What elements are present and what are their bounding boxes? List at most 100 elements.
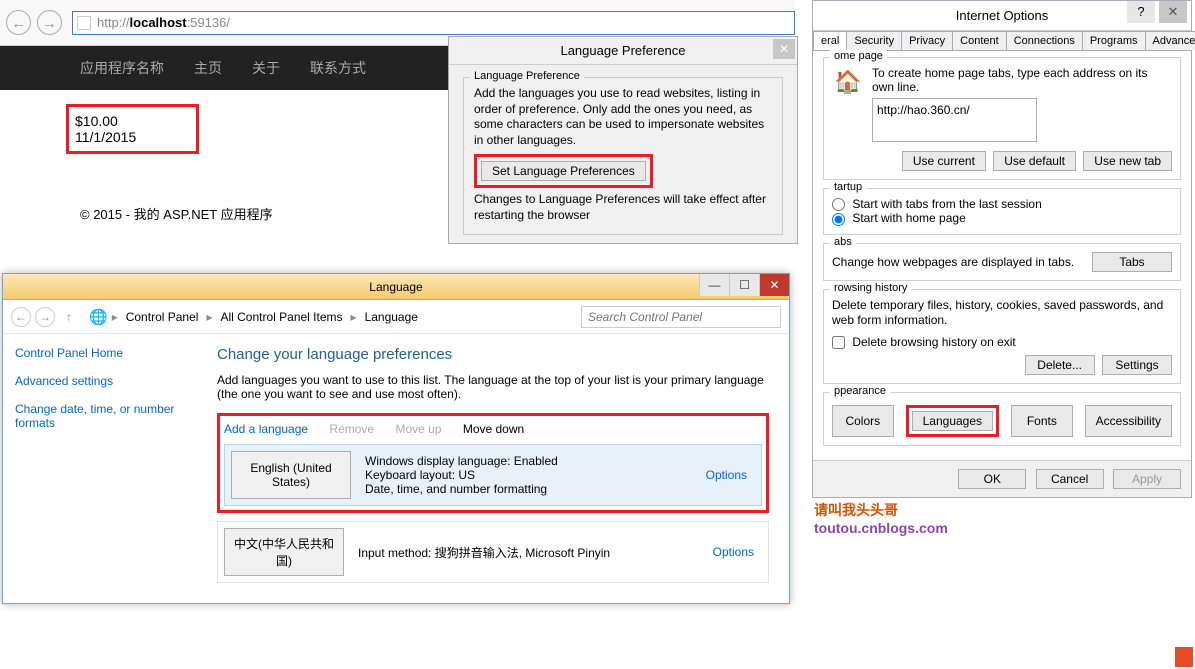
lang-options-link[interactable]: Options (706, 468, 755, 482)
close-icon[interactable]: ✕ (1159, 1, 1187, 23)
fieldset-title: Language Preference (470, 70, 584, 82)
move-down-link[interactable]: Move down (463, 422, 524, 436)
history-settings-button[interactable]: Settings (1102, 355, 1172, 375)
forward-button[interactable]: → (35, 307, 55, 327)
lang-row-chinese[interactable]: 中文(中华人民共和国) Input method: 搜狗拼音输入法, Micro… (217, 521, 769, 583)
lang-badge: English (United States) (231, 451, 351, 499)
dialog-titlebar: Language Preference ✕ (449, 37, 797, 65)
tab-security[interactable]: Security (846, 31, 902, 50)
page-heading: Change your language preferences (217, 346, 769, 363)
use-current-button[interactable]: Use current (902, 151, 986, 171)
startup-section: tartup Start with tabs from the last ses… (823, 188, 1181, 235)
lang-badge: 中文(中华人民共和国) (224, 528, 344, 576)
close-icon[interactable]: ✕ (759, 274, 789, 296)
page-subtext: Add languages you want to use to this li… (217, 373, 769, 401)
home-desc: To create home page tabs, type each addr… (872, 66, 1172, 94)
homepage-input[interactable] (872, 98, 1037, 142)
tab-programs[interactable]: Programs (1082, 31, 1146, 50)
region-icon: 🌐 (89, 308, 108, 326)
address-bar[interactable]: http://localhost:59136/ (72, 11, 795, 35)
back-button[interactable]: ← (6, 10, 31, 35)
languages-button[interactable]: Languages (912, 411, 993, 431)
back-button[interactable]: ← (11, 307, 31, 327)
cancel-button[interactable]: Cancel (1036, 469, 1104, 489)
lang-details: Windows display language: Enabled Keyboa… (365, 454, 696, 496)
move-up-link[interactable]: Move up (395, 422, 441, 436)
delete-on-exit-checkbox[interactable]: Delete browsing history on exit (832, 335, 1016, 349)
crumb-1[interactable]: Control Panel (126, 310, 199, 324)
html5-icon (1175, 647, 1193, 667)
lang-toolbar: Add a language Remove Move up Move down (224, 422, 762, 436)
use-default-button[interactable]: Use default (993, 151, 1076, 171)
highlight-box: Add a language Remove Move up Move down … (217, 413, 769, 513)
sidebar-date-formats[interactable]: Change date, time, or number formats (15, 402, 191, 430)
home-icon: 🏠 (832, 66, 864, 98)
dialog-title: Internet Options (956, 8, 1049, 23)
dialog-title: Language Preference (560, 43, 685, 58)
dialog-titlebar: Internet Options ? ✕ (813, 1, 1191, 31)
fonts-button[interactable]: Fonts (1011, 405, 1073, 437)
startup-homepage-radio[interactable]: Start with home page (832, 211, 966, 225)
ok-button[interactable]: OK (958, 469, 1026, 489)
remove-link[interactable]: Remove (329, 422, 374, 436)
lang-row-english[interactable]: English (United States) Windows display … (224, 444, 762, 506)
sidebar: Control Panel Home Advanced settings Cha… (3, 334, 203, 603)
set-lang-pref-button[interactable]: Set Language Preferences (481, 161, 646, 181)
appearance-section: ppearance Colors Languages Fonts Accessi… (823, 392, 1181, 446)
add-language-link[interactable]: Add a language (224, 422, 308, 436)
section-title: ome page (830, 50, 887, 62)
tab-connections[interactable]: Connections (1006, 31, 1083, 50)
up-button[interactable]: ↑ (59, 307, 79, 327)
minimize-icon[interactable]: — (699, 274, 729, 296)
startup-last-session-radio[interactable]: Start with tabs from the last session (832, 197, 1042, 211)
page-icon (77, 16, 91, 30)
internet-options-dialog: Internet Options ? ✕ eral Security Priva… (812, 0, 1192, 498)
section-title: rowsing history (830, 282, 911, 294)
watermark-line1: 请叫我头头哥 (814, 500, 948, 520)
accessibility-button[interactable]: Accessibility (1085, 405, 1172, 437)
breadcrumb-toolbar: ← → ↑ 🌐 ▸ Control Panel ▸ All Control Pa… (3, 300, 789, 334)
watermark: 请叫我头头哥 toutou.cnblogs.com (814, 500, 948, 536)
tab-advanced[interactable]: Advanced (1145, 31, 1195, 50)
nav-about[interactable]: 关于 (252, 58, 280, 78)
tab-privacy[interactable]: Privacy (901, 31, 953, 50)
dialog-footer: OK Cancel Apply (813, 460, 1191, 497)
close-icon[interactable]: ✕ (773, 39, 795, 59)
lang-options-link[interactable]: Options (713, 545, 762, 559)
apply-button[interactable]: Apply (1113, 469, 1181, 489)
maximize-icon[interactable]: ☐ (729, 274, 759, 296)
highlight-box: Languages (906, 405, 999, 437)
crumb-3[interactable]: Language (365, 310, 418, 324)
delete-button[interactable]: Delete... (1025, 355, 1095, 375)
window-title: Language (369, 280, 422, 294)
language-control-panel-window: Language — ☐ ✕ ← → ↑ 🌐 ▸ Control Panel ▸… (2, 273, 790, 604)
search-input[interactable] (581, 306, 781, 328)
tabs-desc: Change how webpages are displayed in tab… (832, 255, 1092, 269)
colors-button[interactable]: Colors (832, 405, 894, 437)
tabs-section: abs Change how webpages are displayed in… (823, 243, 1181, 281)
use-new-tab-button[interactable]: Use new tab (1083, 151, 1172, 171)
tab-general[interactable]: eral (813, 31, 847, 50)
forward-button[interactable]: → (37, 10, 62, 35)
crumb-2[interactable]: All Control Panel Items (220, 310, 342, 324)
date-text: 11/1/2015 (75, 129, 136, 145)
homepage-section: ome page 🏠 To create home page tabs, typ… (823, 57, 1181, 180)
help-icon[interactable]: ? (1127, 1, 1155, 23)
section-title: ppearance (830, 385, 890, 397)
tabs-button[interactable]: Tabs (1092, 252, 1172, 272)
nav-contact[interactable]: 联系方式 (310, 58, 366, 78)
sidebar-cpl-home[interactable]: Control Panel Home (15, 346, 191, 360)
langpref-note: Changes to Language Preferences will tak… (474, 192, 772, 223)
sidebar-advanced-settings[interactable]: Advanced settings (15, 374, 191, 388)
site-brand[interactable]: 应用程序名称 (80, 58, 164, 78)
nav-home[interactable]: 主页 (194, 58, 222, 78)
history-desc: Delete temporary files, history, cookies… (832, 298, 1172, 329)
history-section: rowsing history Delete temporary files, … (823, 289, 1181, 385)
highlight-box: Set Language Preferences (474, 154, 653, 188)
highlight-box: $10.00 11/1/2015 (66, 104, 199, 154)
section-title: tartup (830, 181, 866, 193)
tab-content[interactable]: Content (952, 31, 1007, 50)
url-text: http://localhost:59136/ (97, 15, 230, 30)
main-panel: Change your language preferences Add lan… (203, 334, 789, 603)
section-title: abs (830, 236, 856, 248)
